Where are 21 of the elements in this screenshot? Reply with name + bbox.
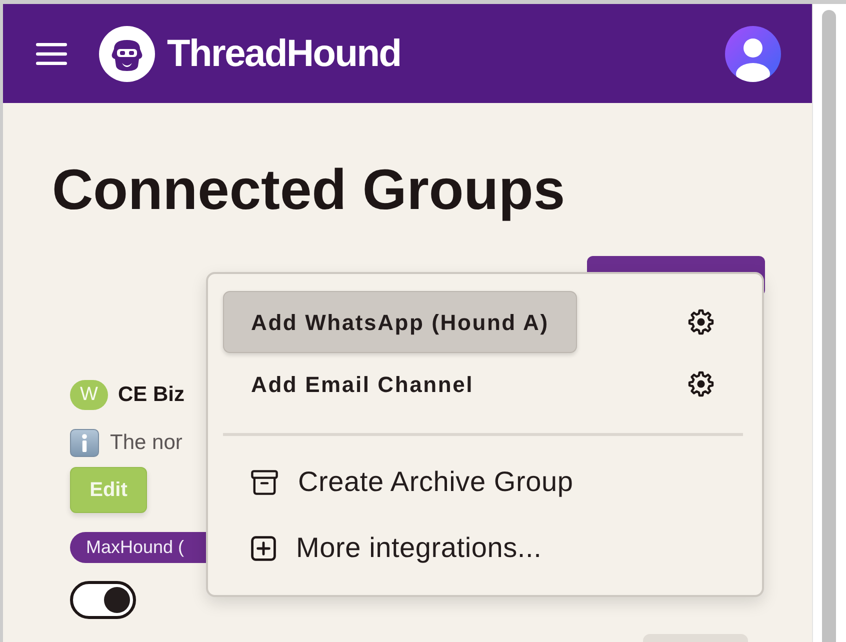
settings-icon[interactable] (688, 371, 714, 397)
scrollbar[interactable] (812, 4, 846, 642)
avatar-icon[interactable] (725, 26, 781, 82)
menu-item[interactable]: Create Archive Group (223, 449, 602, 515)
toggle-switch[interactable] (70, 580, 136, 619)
scrollbar-thumb[interactable] (822, 10, 836, 642)
menu-item[interactable]: More integrations... (223, 515, 570, 581)
logo-icon (99, 26, 155, 82)
account-tag: MaxHound ( (70, 532, 206, 563)
page-title: Connected Groups (52, 157, 566, 224)
group-name: CE Biz (118, 382, 185, 408)
info-icon (70, 428, 99, 457)
menu-item[interactable]: Add Email Channel (223, 353, 502, 415)
settings-icon[interactable] (688, 309, 714, 335)
menu-item[interactable]: Add WhatsApp (Hound A) (223, 291, 577, 353)
archive-box-icon (251, 470, 278, 494)
plus-square-icon (251, 536, 276, 560)
description-text: The nor (110, 430, 182, 456)
initial-badge: W (70, 380, 108, 410)
brand-name: ThreadHound (167, 34, 401, 72)
menu-icon[interactable] (36, 42, 67, 64)
